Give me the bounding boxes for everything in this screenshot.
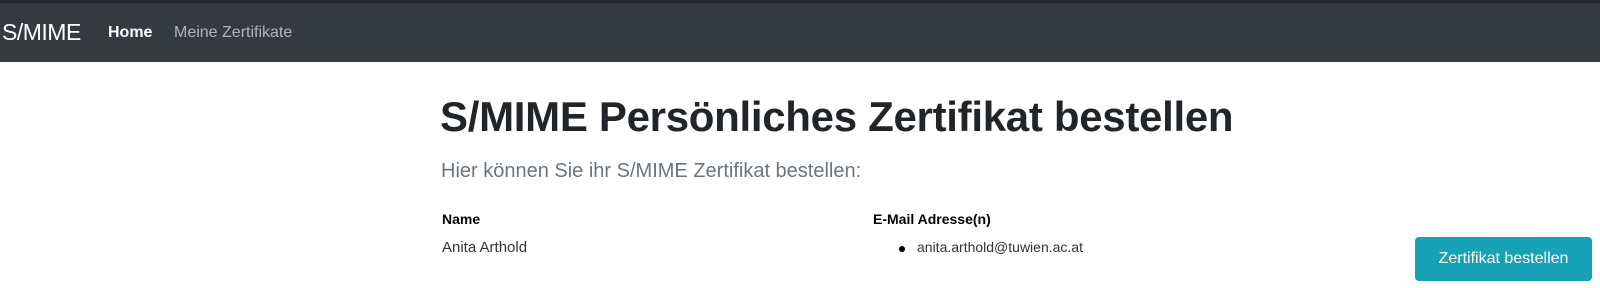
page-title: S/MIME Persönliches Zertifikat bestellen	[440, 93, 1234, 140]
order-certificate-button[interactable]: Zertifikat bestellen	[1415, 237, 1592, 281]
email-address: anita.arthold@tuwien.ac.at	[917, 239, 1083, 255]
bullet-icon	[899, 246, 905, 252]
nav-link-my-certificates[interactable]: Meine Zertifikate	[174, 24, 292, 42]
lead-text: Hier können Sie ihr S/MIME Zertifikat be…	[441, 160, 862, 182]
email-list-item: anita.arthold@tuwien.ac.at	[893, 239, 1083, 255]
nav-link-home[interactable]: Home	[108, 24, 152, 42]
email-list: anita.arthold@tuwien.ac.at	[893, 239, 1083, 255]
email-label: E-Mail Adresse(n)	[873, 211, 991, 227]
name-label: Name	[442, 211, 481, 227]
top-navbar: S/MIME Home Meine Zertifikate	[0, 0, 1600, 62]
name-value: Anita Arthold	[442, 239, 528, 256]
brand-link[interactable]: S/MIME	[2, 19, 81, 46]
